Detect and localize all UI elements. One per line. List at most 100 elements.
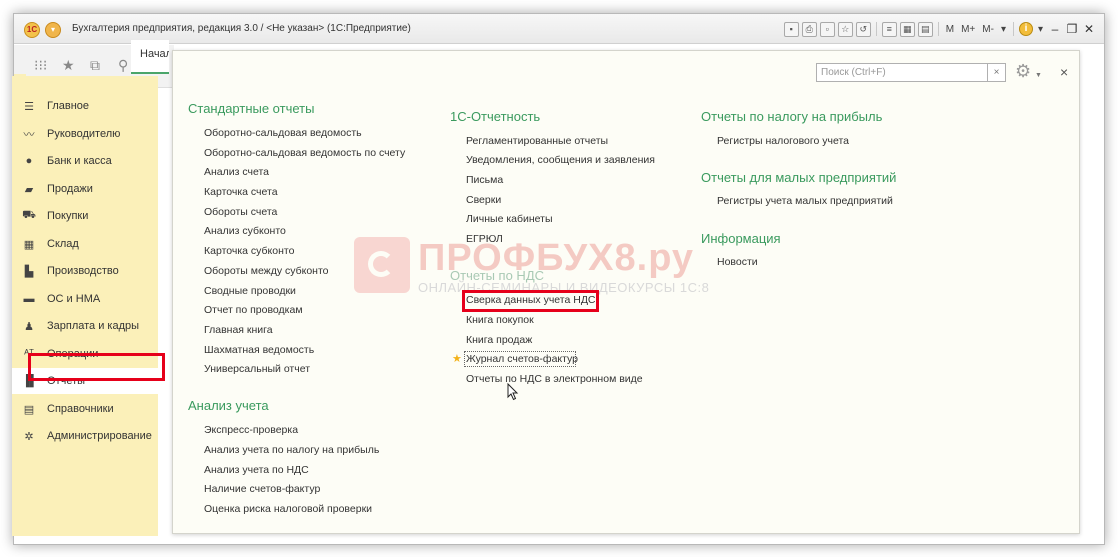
link-report[interactable]: Сводные проводки bbox=[204, 285, 296, 297]
link-report[interactable]: Анализ субконто bbox=[204, 225, 286, 237]
minimize-icon[interactable]: – bbox=[1048, 22, 1062, 36]
section-title-standard: Стандартные отчеты bbox=[188, 101, 315, 116]
link-report[interactable]: Книга продаж bbox=[466, 334, 532, 346]
link-report[interactable]: Анализ счета bbox=[204, 166, 269, 178]
close-window-icon[interactable]: ✕ bbox=[1082, 22, 1096, 36]
link-report[interactable]: Универсальный отчет bbox=[204, 363, 310, 375]
link-report[interactable]: Регистры налогового учета bbox=[717, 135, 849, 147]
tab-start-page[interactable]: Начальная страница bbox=[131, 40, 169, 74]
link-news[interactable]: Новости bbox=[717, 256, 758, 268]
link-report[interactable]: Оборотно-сальдовая ведомость bbox=[204, 127, 362, 139]
section-title-vat: Отчеты по НДС bbox=[450, 268, 545, 283]
history-icon[interactable]: ⧉ bbox=[90, 57, 100, 74]
link-report[interactable]: Письма bbox=[466, 174, 503, 186]
link-report[interactable]: ЕГРЮЛ bbox=[466, 233, 503, 245]
section-title-profit-tax: Отчеты по налогу на прибыль bbox=[701, 109, 883, 124]
sidebar-item-production[interactable]: ▙ Производство bbox=[12, 258, 158, 284]
sidebar-item-fixed-assets[interactable]: ▬ ОС и НМА bbox=[12, 286, 158, 312]
separator bbox=[1012, 22, 1014, 36]
sidebar-item-warehouse[interactable]: ▦ Склад bbox=[12, 231, 158, 257]
info-icon[interactable]: i bbox=[1018, 22, 1033, 36]
favorite-star-icon[interactable]: ★ bbox=[452, 352, 462, 365]
search-input[interactable]: Поиск (Ctrl+F) bbox=[816, 63, 988, 82]
ruble-coin-icon: ● bbox=[25, 155, 33, 167]
link-report[interactable]: Книга покупок bbox=[466, 314, 534, 326]
history-icon[interactable]: ↺ bbox=[855, 21, 871, 37]
clear-search-icon[interactable]: × bbox=[988, 63, 1006, 82]
cart-icon: ⛟ bbox=[22, 209, 36, 221]
gear-icon: ✲ bbox=[24, 430, 34, 443]
section-title-analysis: Анализ учета bbox=[188, 398, 269, 413]
sidebar-item-main[interactable]: ☰ Главное bbox=[12, 93, 158, 119]
link-report[interactable]: Оборотно-сальдовая ведомость по счету bbox=[204, 147, 405, 159]
sidebar-item-sales[interactable]: ▰ Продажи bbox=[12, 176, 158, 202]
link-report[interactable]: Карточка субконто bbox=[204, 245, 294, 257]
link-report[interactable]: Отчеты по НДС в электронном виде bbox=[466, 373, 643, 385]
link-report[interactable]: Уведомления, сообщения и заявления bbox=[466, 154, 655, 166]
person-icon: ♟ bbox=[24, 320, 34, 333]
highlight-reports-frame bbox=[28, 353, 165, 381]
link-report[interactable]: Главная книга bbox=[204, 324, 273, 336]
section-title-1c-reporting: 1С-Отчетность bbox=[450, 109, 541, 124]
sidebar-item-administration[interactable]: ✲ Администрирование bbox=[12, 423, 158, 449]
books-icon: ▤ bbox=[23, 403, 35, 416]
chart-line-icon: 〰 bbox=[23, 129, 35, 141]
watermark-logo-icon bbox=[354, 237, 410, 293]
link-report[interactable]: Обороты счета bbox=[204, 206, 277, 218]
bookmark-icon[interactable]: ☆ bbox=[837, 21, 853, 37]
link-report[interactable]: Анализ учета по налогу на прибыль bbox=[204, 444, 379, 456]
sidebar-item-purchases[interactable]: ⛟ Покупки bbox=[12, 203, 158, 229]
preview-icon[interactable]: ▫ bbox=[819, 21, 835, 37]
search-icon[interactable]: ⚲ bbox=[118, 57, 128, 74]
sidebar-item-bank[interactable]: ● Банк и касса bbox=[12, 148, 158, 174]
link-report[interactable]: Анализ учета по НДС bbox=[204, 464, 309, 476]
bag-icon: ▰ bbox=[24, 183, 34, 196]
separator bbox=[937, 22, 939, 36]
notes-icon[interactable]: ≡ bbox=[881, 21, 897, 37]
window-title: Бухгалтерия предприятия, редакция 3.0 / … bbox=[72, 23, 411, 34]
sidebar-item-salary[interactable]: ♟ Зарплата и кадры bbox=[12, 313, 158, 339]
close-panel-icon[interactable]: × bbox=[1060, 64, 1068, 80]
restore-icon[interactable]: ❐ bbox=[1065, 22, 1079, 36]
memory-subtract-button[interactable]: M- bbox=[980, 24, 996, 35]
main-menu-icon[interactable]: ▾ bbox=[45, 22, 61, 38]
link-report[interactable]: Регистры учета малых предприятий bbox=[717, 195, 893, 207]
gear-icon[interactable]: ⚙ bbox=[1015, 61, 1031, 82]
memory-add-button[interactable]: M+ bbox=[959, 24, 977, 35]
favorites-star-icon[interactable]: ★ bbox=[62, 57, 75, 74]
link-report[interactable]: Экспресс-проверка bbox=[204, 424, 298, 436]
highlight-vat-reconciliation-frame bbox=[462, 290, 599, 312]
chevron-down-icon[interactable]: ▼ bbox=[1035, 72, 1042, 79]
link-report[interactable]: Шахматная ведомость bbox=[204, 344, 314, 356]
link-report[interactable]: Обороты между субконто bbox=[204, 265, 329, 277]
mouse-cursor-icon bbox=[507, 383, 519, 401]
truck-icon: ▬ bbox=[23, 293, 35, 305]
calculator-icon[interactable]: ▤ bbox=[917, 21, 933, 37]
title-bar: 1С ▾ Бухгалтерия предприятия, редакция 3… bbox=[14, 14, 1104, 44]
link-invoice-journal[interactable]: Журнал счетов-фактур bbox=[466, 353, 578, 365]
grid-menu-icon[interactable]: ⁝⁝⁝ bbox=[34, 57, 47, 74]
chevron-down-icon[interactable]: ▾ bbox=[1036, 24, 1045, 35]
warehouse-grid-icon: ▦ bbox=[23, 238, 35, 251]
chevron-down-icon[interactable]: ▾ bbox=[999, 24, 1008, 35]
sidebar: ☰ Главное 〰 Руководителю ● Банк и касса ▰ Пр… bbox=[12, 76, 158, 536]
print-icon[interactable]: ⎙ bbox=[801, 21, 817, 37]
link-report[interactable]: Карточка счета bbox=[204, 186, 278, 198]
link-report[interactable]: Сверки bbox=[466, 194, 501, 206]
section-title-information: Информация bbox=[701, 231, 781, 246]
link-report[interactable]: Наличие счетов-фактур bbox=[204, 483, 320, 495]
memory-button[interactable]: M bbox=[944, 24, 956, 35]
link-report[interactable]: Оценка риска налоговой проверки bbox=[204, 503, 372, 515]
link-report[interactable]: Отчет по проводкам bbox=[204, 304, 303, 316]
save-icon[interactable]: ▪ bbox=[783, 21, 799, 37]
link-report[interactable]: Регламентированные отчеты bbox=[466, 135, 608, 147]
link-report[interactable]: Личные кабинеты bbox=[466, 213, 553, 225]
1c-logo-icon: 1С bbox=[24, 22, 40, 38]
separator bbox=[875, 22, 877, 36]
title-toolbar: ▪ ⎙ ▫ ☆ ↺ ≡ ▦ ▤ M M+ M- ▾ i ▾ – ❐ ✕ bbox=[783, 20, 1096, 38]
calendar-icon[interactable]: ▦ bbox=[899, 21, 915, 37]
section-title-small-business: Отчеты для малых предприятий bbox=[701, 170, 897, 185]
sidebar-item-catalogs[interactable]: ▤ Справочники bbox=[12, 396, 158, 422]
sidebar-item-manager[interactable]: 〰 Руководителю bbox=[12, 121, 158, 147]
factory-icon: ▙ bbox=[24, 265, 34, 278]
